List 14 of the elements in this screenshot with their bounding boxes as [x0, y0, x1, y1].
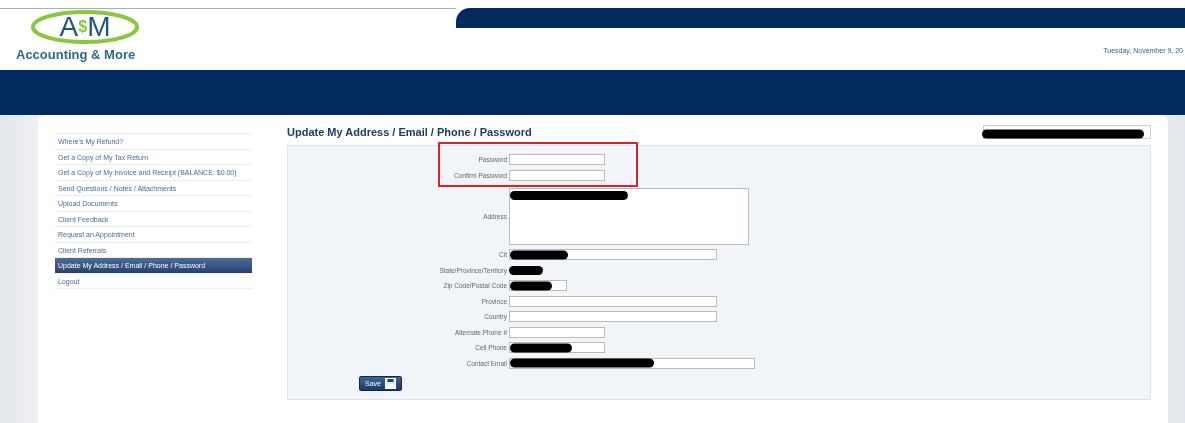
- input-field[interactable]: [509, 311, 717, 323]
- input-field[interactable]: [509, 295, 717, 307]
- input-field[interactable]: [509, 249, 717, 261]
- logo-name: Accounting & More: [16, 47, 137, 62]
- account-select[interactable]: [983, 124, 1151, 139]
- input-field[interactable]: [509, 169, 605, 181]
- input-field[interactable]: [509, 342, 605, 354]
- input-field[interactable]: [509, 154, 605, 166]
- page-title: Update My Address / Email / Phone / Password: [287, 125, 532, 138]
- input-field[interactable]: [509, 326, 605, 338]
- address-field[interactable]: [509, 187, 749, 245]
- input-field[interactable]: [509, 357, 755, 369]
- input-field[interactable]: [509, 280, 567, 292]
- logo-mark: A$M: [30, 9, 140, 45]
